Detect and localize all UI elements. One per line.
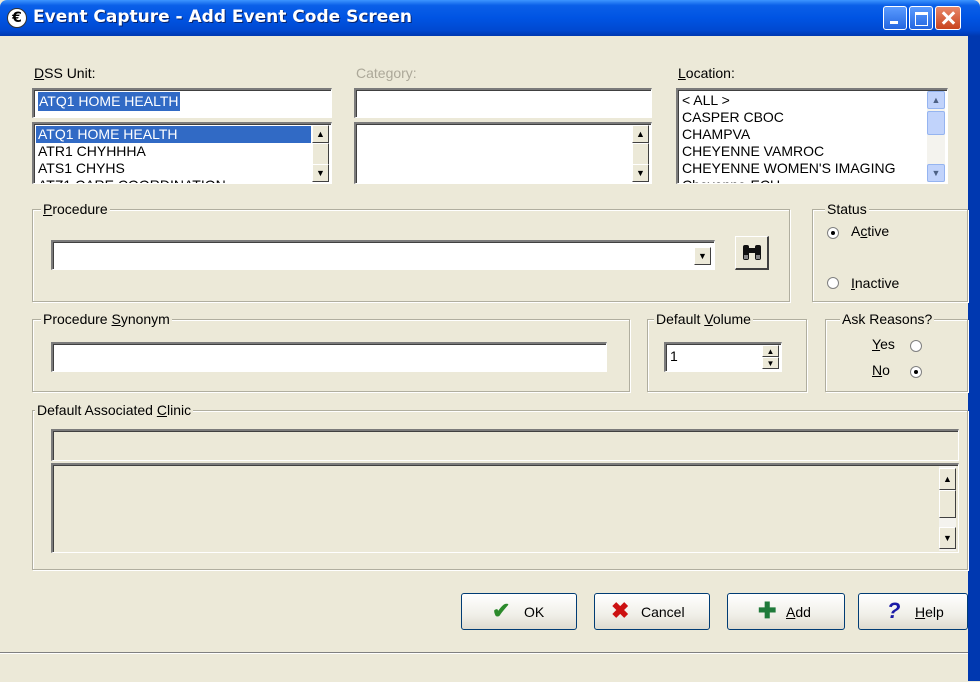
dss-unit-list[interactable]: ATQ1 HOME HEALTHATR1 CHYHHHAATS1 CHYHSAT… (32, 122, 332, 184)
default-associated-clinic-group: Default Associated Clinic ▲ ▼ (32, 402, 968, 570)
spin-up-icon[interactable]: ▲ (762, 345, 779, 357)
close-icon[interactable] (935, 6, 961, 30)
title-bar: € Event Capture - Add Event Code Screen (0, 0, 980, 36)
add-button-label: Add (786, 604, 811, 620)
status-group: Status Active Inactive (812, 201, 968, 302)
window-title: Event Capture - Add Event Code Screen (33, 7, 412, 27)
scroll-down-icon[interactable]: ▼ (927, 164, 945, 182)
ask-reasons-group: Ask Reasons? Yes No (825, 311, 968, 392)
default-volume-group: Default Volume 1 ▲ ▼ (647, 311, 807, 392)
scroll-thumb[interactable] (632, 143, 649, 165)
scroll-up-icon[interactable]: ▲ (927, 91, 945, 109)
scroll-thumb[interactable] (939, 490, 956, 518)
dss-unit-scrollbar[interactable]: ▲ ▼ (312, 125, 329, 182)
dss-unit-input[interactable]: ATQ1 HOME HEALTH (32, 88, 332, 118)
dss-unit-label: DSS Unit: (34, 65, 96, 81)
status-active-label[interactable]: Active (851, 223, 889, 239)
default-associated-clinic-list[interactable]: ▲ ▼ (51, 463, 959, 553)
category-label: Category: (356, 65, 417, 81)
category-scrollbar[interactable]: ▲ ▼ (632, 125, 649, 182)
location-items: < ALL > CASPER CBOC CHAMPVA CHEYENNE VAMROC… (680, 92, 925, 183)
window-border (968, 36, 980, 681)
default-associated-clinic-input[interactable] (51, 429, 959, 461)
list-item[interactable]: ATZ1 CARE COORDINATION (36, 177, 311, 183)
binoculars-icon[interactable] (735, 236, 769, 270)
ask-reasons-no-radio[interactable] (910, 366, 922, 378)
category-list[interactable]: ▲ ▼ (354, 122, 652, 184)
default-volume-value: 1 (670, 348, 678, 364)
dss-unit-items: ATQ1 HOME HEALTHATR1 CHYHHHAATS1 CHYHSAT… (36, 126, 311, 183)
default-volume-input[interactable]: 1 ▲ ▼ (664, 342, 782, 372)
ask-reasons-no-label[interactable]: No (872, 362, 890, 378)
minimize-icon[interactable] (883, 6, 907, 30)
scroll-down-icon[interactable]: ▼ (312, 164, 329, 182)
scroll-up-icon[interactable]: ▲ (939, 468, 956, 490)
scroll-thumb[interactable] (927, 111, 945, 135)
list-item[interactable]: CHEYENNE VAMROC (680, 143, 925, 160)
list-item[interactable]: < ALL > (680, 92, 925, 109)
default-volume-label: Default Volume (654, 311, 753, 327)
list-item[interactable]: ATQ1 HOME HEALTH (36, 126, 311, 143)
ask-reasons-yes-radio[interactable] (910, 340, 922, 352)
plus-icon: ✚ (758, 598, 777, 623)
dss-unit-input-value: ATQ1 HOME HEALTH (38, 92, 180, 111)
status-label: Status (825, 201, 869, 217)
cancel-button[interactable]: ✖ Cancel (594, 593, 710, 630)
scroll-down-icon[interactable]: ▼ (632, 164, 649, 182)
procedure-synonym-label: Procedure Synonym (41, 311, 172, 327)
add-button[interactable]: ✚ Add (727, 593, 845, 630)
help-button[interactable]: ? Help (858, 593, 968, 630)
list-item[interactable]: CHEYENNE WOMEN'S IMAGING (680, 160, 925, 177)
ask-reasons-yes-label[interactable]: Yes (872, 336, 895, 352)
ok-button[interactable]: ✔ OK (461, 593, 577, 630)
list-item[interactable]: ATS1 CHYHS (36, 160, 311, 177)
cancel-button-label: Cancel (641, 604, 685, 620)
procedure-label-text: rocedure (52, 201, 108, 217)
location-list[interactable]: < ALL > CASPER CBOC CHAMPVA CHEYENNE VAMROC… (676, 88, 948, 184)
question-icon: ? (887, 598, 901, 623)
list-item[interactable]: CASPER CBOC (680, 109, 925, 126)
status-bar (0, 652, 968, 682)
scroll-thumb[interactable] (312, 143, 329, 165)
location-label: Location: (678, 65, 735, 81)
list-item[interactable]: Cheyenne-ECU (680, 177, 925, 183)
scroll-down-icon[interactable]: ▼ (939, 527, 956, 549)
procedure-label: Procedure (41, 201, 110, 217)
list-item[interactable]: ATR1 CHYHHHA (36, 143, 311, 160)
checkmark-icon: ✔ (492, 598, 511, 623)
procedure-synonym-input[interactable] (51, 342, 607, 372)
list-item[interactable]: CHAMPVA (680, 126, 925, 143)
ask-reasons-label: Ask Reasons? (840, 311, 935, 327)
status-inactive-radio[interactable] (827, 277, 839, 289)
spin-down-icon[interactable]: ▼ (762, 357, 779, 369)
app-e-icon[interactable]: € (7, 8, 27, 28)
default-associated-clinic-label: Default Associated Clinic (35, 402, 194, 418)
procedure-group: Procedure ▼ (32, 201, 790, 302)
x-icon: ✖ (611, 598, 630, 623)
help-button-label: Help (915, 604, 944, 620)
procedure-synonym-group: Procedure Synonym (32, 311, 630, 392)
scroll-up-icon[interactable]: ▲ (632, 125, 649, 143)
status-inactive-label[interactable]: Inactive (851, 275, 899, 291)
procedure-combo[interactable]: ▼ (51, 240, 715, 270)
scroll-up-icon[interactable]: ▲ (312, 125, 329, 143)
location-label-text: ocation: (685, 65, 735, 81)
clinic-scrollbar[interactable]: ▲ ▼ (939, 466, 956, 551)
category-input[interactable] (354, 88, 652, 118)
maximize-icon[interactable] (909, 6, 933, 30)
ok-button-label: OK (524, 604, 545, 620)
chevron-down-icon[interactable]: ▼ (694, 247, 711, 265)
dss-unit-label-text: SS Unit: (44, 65, 96, 81)
location-scrollbar[interactable]: ▲ ▼ (927, 91, 945, 182)
status-active-radio[interactable] (827, 227, 839, 239)
